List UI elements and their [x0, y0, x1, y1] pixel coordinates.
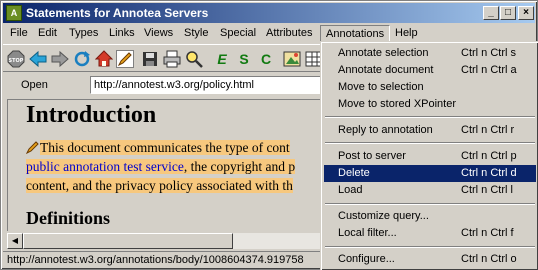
maximize-button[interactable]: □: [500, 6, 516, 20]
menu-item-label: Annotate selection: [338, 47, 429, 59]
menu-item-shortcut: Ctrl n Ctrl l: [461, 184, 513, 196]
menu-item-label: Configure...: [338, 253, 395, 265]
menu-views[interactable]: Views: [139, 25, 178, 42]
menu-configure[interactable]: Configure... Ctrl n Ctrl o: [324, 251, 536, 268]
menu-types[interactable]: Types: [64, 25, 103, 42]
open-label: Open: [21, 79, 48, 91]
menu-item-label: Post to server: [338, 150, 406, 162]
emphasis-icon[interactable]: E: [213, 50, 231, 68]
window-title: Statements for Annotea Servers: [26, 6, 209, 20]
menu-item-label: Move to selection: [338, 81, 424, 93]
horizontal-scrollbar[interactable]: ◀: [7, 233, 323, 249]
annotest-link[interactable]: public annotation test service: [26, 159, 184, 174]
image-icon[interactable]: [283, 50, 301, 68]
menu-annotate-selection[interactable]: Annotate selection Ctrl n Ctrl s: [324, 45, 536, 62]
menu-file[interactable]: File: [5, 25, 33, 42]
code-icon[interactable]: C: [257, 50, 275, 68]
document-view[interactable]: Introduction This document communicates …: [7, 99, 323, 231]
annotation-pencil-icon[interactable]: [25, 140, 40, 155]
edit-pencil-icon[interactable]: [116, 50, 134, 68]
amaya-app-icon[interactable]: A: [6, 5, 22, 21]
menu-attributes[interactable]: Attributes: [261, 25, 317, 42]
save-icon[interactable]: [141, 50, 159, 68]
paragraph-text-2: , the copyright and p: [183, 159, 296, 174]
url-input[interactable]: http://annotest.w3.org/policy.html: [90, 76, 323, 94]
menu-item-label: Local filter...: [338, 227, 397, 239]
stop-icon[interactable]: STOP: [7, 50, 25, 68]
menu-item-shortcut: Ctrl n Ctrl p: [461, 150, 517, 162]
menu-item-shortcut: Ctrl n Ctrl r: [461, 124, 515, 136]
paragraph-text-3: content, and the privacy policy associat…: [26, 178, 293, 193]
scroll-thumb[interactable]: [23, 233, 233, 249]
intro-paragraph: This document communicates the type of c…: [25, 138, 323, 195]
menu-reply-to-annotation[interactable]: Reply to annotation Ctrl n Ctrl r: [324, 122, 536, 139]
menu-load[interactable]: Load Ctrl n Ctrl l: [324, 182, 536, 199]
menu-help[interactable]: Help: [390, 25, 423, 42]
back-icon[interactable]: [29, 50, 47, 68]
menu-post-to-server[interactable]: Post to server Ctrl n Ctrl p: [324, 148, 536, 165]
menu-edit[interactable]: Edit: [33, 25, 62, 42]
menu-item-shortcut: Ctrl n Ctrl d: [461, 167, 517, 179]
menu-separator: [325, 116, 535, 118]
menu-move-to-selection[interactable]: Move to selection: [324, 79, 536, 96]
reload-icon[interactable]: [73, 50, 91, 68]
find-icon[interactable]: [185, 50, 203, 68]
minimize-button[interactable]: _: [483, 6, 499, 20]
menu-separator: [325, 203, 535, 205]
menu-links[interactable]: Links: [104, 25, 140, 42]
heading-definitions: Definitions: [26, 208, 111, 228]
menu-item-label: Load: [338, 184, 363, 196]
print-icon[interactable]: [163, 50, 181, 68]
home-icon[interactable]: [94, 50, 114, 68]
title-bar[interactable]: A Statements for Annotea Servers _ □ ×: [3, 3, 535, 23]
menu-item-label: Reply to annotation: [338, 124, 433, 136]
menu-item-label: Customize query...: [338, 210, 429, 222]
menu-annotate-document[interactable]: Annotate document Ctrl n Ctrl a: [324, 62, 536, 79]
scroll-left-arrow-icon[interactable]: ◀: [7, 233, 23, 249]
menu-item-label: Annotate document: [338, 64, 434, 76]
strong-icon[interactable]: S: [235, 50, 253, 68]
menu-special[interactable]: Special: [215, 25, 261, 42]
close-button[interactable]: ×: [518, 6, 534, 20]
menu-local-filter[interactable]: Local filter... Ctrl n Ctrl f: [324, 225, 536, 242]
menu-delete[interactable]: Delete Ctrl n Ctrl d: [324, 165, 536, 182]
annotations-menu: Annotate selection Ctrl n Ctrl s Annotat…: [320, 41, 538, 270]
menu-item-label: Move to stored XPointer: [338, 98, 457, 110]
menu-separator: [325, 142, 535, 144]
menu-item-shortcut: Ctrl n Ctrl f: [461, 227, 514, 239]
heading-introduction: Introduction: [26, 102, 157, 128]
menu-customize-query[interactable]: Customize query...: [324, 208, 536, 225]
menu-annotations[interactable]: Annotations: [320, 25, 391, 42]
menu-style[interactable]: Style: [179, 25, 213, 42]
forward-icon[interactable]: [51, 50, 69, 68]
svg-text:STOP: STOP: [9, 58, 24, 64]
menu-separator: [325, 246, 535, 248]
annotated-text: This document communicates the type of c…: [40, 140, 290, 155]
menu-item-label: Delete: [338, 167, 370, 179]
menu-move-to-stored-xpointer[interactable]: Move to stored XPointer: [324, 96, 536, 113]
menu-item-shortcut: Ctrl n Ctrl s: [461, 47, 516, 59]
menu-item-shortcut: Ctrl n Ctrl o: [461, 253, 517, 265]
menu-item-shortcut: Ctrl n Ctrl a: [461, 64, 517, 76]
